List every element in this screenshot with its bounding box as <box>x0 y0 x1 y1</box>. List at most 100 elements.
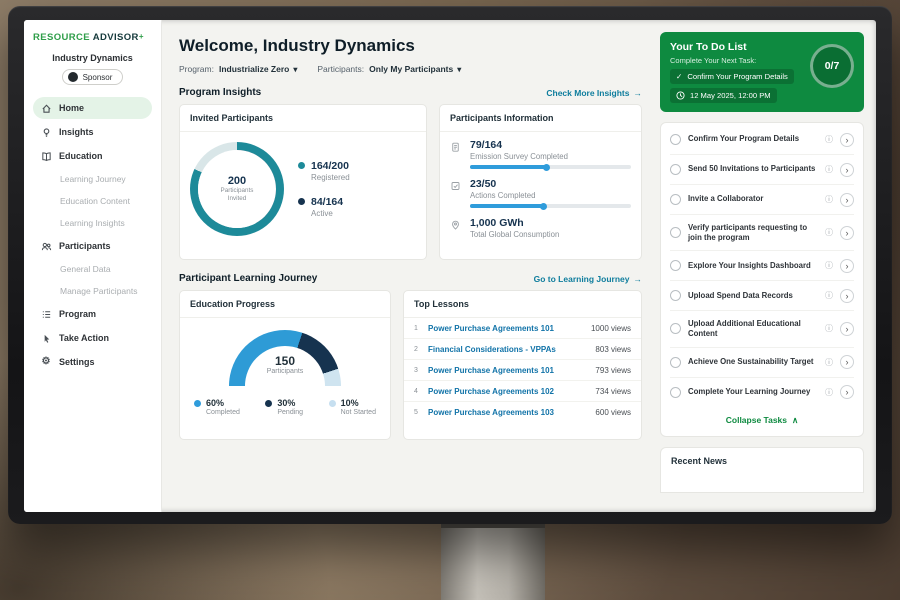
todo-panel: Your To Do List Complete Your Next Task:… <box>658 20 876 512</box>
task-item[interactable]: Upload Spend Data Records ⓘ › <box>670 281 854 311</box>
task-item[interactable]: Confirm Your Program Details ⓘ › <box>670 125 854 155</box>
task-checkbox[interactable] <box>670 387 681 398</box>
chevron-right-icon[interactable]: › <box>840 133 854 147</box>
gauge-center-value: 150 <box>229 354 341 368</box>
legend-dot-light-blue <box>329 400 336 407</box>
task-checkbox[interactable] <box>670 357 681 368</box>
chevron-down-icon: ▾ <box>457 65 461 74</box>
sidebar-item-label: Learning Journey <box>60 174 126 184</box>
sidebar-item-take-action[interactable]: Take Action <box>33 327 152 349</box>
lesson-title-link[interactable]: Power Purchase Agreements 103 <box>428 408 588 417</box>
go-to-learning-journey-link[interactable]: Go to Learning Journey → <box>534 274 642 284</box>
main-content: Welcome, Industry Dynamics Program: Indu… <box>163 20 658 512</box>
check-more-insights-link[interactable]: Check More Insights → <box>546 88 642 98</box>
task-item[interactable]: Verify participants requesting to join t… <box>670 215 854 251</box>
sidebar-item-label: Program <box>59 309 96 319</box>
chevron-right-icon[interactable]: › <box>840 289 854 303</box>
task-item[interactable]: Complete Your Learning Journey ⓘ › <box>670 378 854 407</box>
todo-due-date: 12 May 2025, 12:00 PM <box>670 88 777 103</box>
todo-progress-ring: 0/7 <box>810 44 854 88</box>
lesson-row[interactable]: 1 Power Purchase Agreements 101 1000 vie… <box>404 318 641 339</box>
top-lessons-card: Top Lessons 1 Power Purchase Agreements … <box>403 290 642 440</box>
chevron-right-icon[interactable]: › <box>840 163 854 177</box>
sidebar-item-home[interactable]: Home <box>33 97 152 119</box>
chevron-right-icon[interactable]: › <box>840 193 854 207</box>
sidebar-item-program[interactable]: Program <box>33 303 152 325</box>
task-item[interactable]: Explore Your Insights Dashboard ⓘ › <box>670 251 854 281</box>
chevron-right-icon[interactable]: › <box>840 355 854 369</box>
logo-advisor: ADVISOR <box>93 32 139 43</box>
sponsor-icon <box>68 72 78 82</box>
donut-center-label: Participants Invited <box>215 187 259 202</box>
lesson-row[interactable]: 4 Power Purchase Agreements 102 734 view… <box>404 381 641 402</box>
task-checkbox[interactable] <box>670 194 681 205</box>
chevron-right-icon[interactable]: › <box>840 226 854 240</box>
todo-next-task[interactable]: ✓ Confirm Your Program Details <box>670 69 794 84</box>
sidebar-item-manage-participants[interactable]: Manage Participants <box>33 281 152 301</box>
chevron-right-icon[interactable]: › <box>840 259 854 273</box>
collapse-tasks-link[interactable]: Collapse Tasks ∧ <box>670 407 854 434</box>
task-checkbox[interactable] <box>670 227 681 238</box>
sidebar-item-general-data[interactable]: General Data <box>33 259 152 279</box>
survey-progress-bar <box>470 165 631 169</box>
lesson-title-link[interactable]: Financial Considerations - VPPAs <box>428 345 588 354</box>
info-icon: ⓘ <box>825 323 833 334</box>
sidebar-item-settings[interactable]: ⚙ Settings <box>33 351 152 373</box>
logo-resource: RESOURCE <box>33 32 90 43</box>
participants-filter-label: Participants: <box>317 64 364 74</box>
info-value: 23/50 <box>470 178 631 190</box>
task-checkbox[interactable] <box>670 134 681 145</box>
lesson-views: 600 views <box>595 408 631 417</box>
sidebar-item-label: Take Action <box>59 333 109 343</box>
card-title: Education Progress <box>180 291 390 318</box>
lesson-row[interactable]: 3 Power Purchase Agreements 101 793 view… <box>404 360 641 381</box>
page-title: Welcome, Industry Dynamics <box>179 36 642 56</box>
task-item[interactable]: Invite a Collaborator ⓘ › <box>670 185 854 215</box>
lesson-row[interactable]: 2 Financial Considerations - VPPAs 803 v… <box>404 339 641 360</box>
sidebar-item-learning-journey[interactable]: Learning Journey <box>33 169 152 189</box>
participants-icon <box>40 241 52 252</box>
task-checkbox[interactable] <box>670 260 681 271</box>
filter-bar: Program: Industrialize Zero ▾ Participan… <box>179 64 642 74</box>
sponsor-badge[interactable]: Sponsor <box>62 69 124 85</box>
info-row-actions: 23/50 Actions Completed <box>440 171 641 210</box>
program-filter-dropdown[interactable]: Industrialize Zero ▾ <box>219 64 297 74</box>
education-legend: 60%Completed 30%Pending 10%Not Started <box>180 388 390 416</box>
task-checkbox[interactable] <box>670 290 681 301</box>
sidebar-item-insights[interactable]: Insights <box>33 121 152 143</box>
task-checkbox[interactable] <box>670 164 681 175</box>
info-label: Actions Completed <box>470 191 631 200</box>
participants-filter-dropdown[interactable]: Only My Participants ▾ <box>369 64 461 74</box>
lesson-rank: 5 <box>414 409 421 416</box>
recent-news-title: Recent News <box>671 456 727 466</box>
lesson-title-link[interactable]: Power Purchase Agreements 101 <box>428 366 588 375</box>
info-row-survey: 79/164 Emission Survey Completed <box>440 132 641 171</box>
task-item[interactable]: Upload Additional Educational Content ⓘ … <box>670 311 854 347</box>
lesson-title-link[interactable]: Power Purchase Agreements 102 <box>428 387 588 396</box>
learning-journey-header: Participant Learning Journey Go to Learn… <box>179 273 642 284</box>
sidebar-item-label: Home <box>59 103 84 113</box>
sidebar-item-education-content[interactable]: Education Content <box>33 191 152 211</box>
gear-icon: ⚙ <box>40 357 52 367</box>
program-list-icon <box>40 309 52 320</box>
task-item[interactable]: Send 50 Invitations to Participants ⓘ › <box>670 155 854 185</box>
sidebar-item-label: Manage Participants <box>60 286 138 296</box>
lesson-rank: 4 <box>414 388 421 395</box>
sidebar: RESOURCE ADVISOR+ Industry Dynamics Spon… <box>24 20 162 512</box>
sidebar-item-participants[interactable]: Participants <box>33 235 152 257</box>
info-icon: ⓘ <box>825 194 833 205</box>
sidebar-item-learning-insights[interactable]: Learning Insights <box>33 213 152 233</box>
chevron-right-icon[interactable]: › <box>840 322 854 336</box>
lesson-title-link[interactable]: Power Purchase Agreements 101 <box>428 324 584 333</box>
sidebar-item-label: Participants <box>59 241 111 251</box>
task-item[interactable]: Achieve One Sustainability Target ⓘ › <box>670 348 854 378</box>
sidebar-item-education[interactable]: Education <box>33 145 152 167</box>
legend-not-started: 10%Not Started <box>329 398 376 416</box>
sidebar-item-label: Learning Insights <box>60 218 125 228</box>
donut-center-value: 200 <box>228 175 246 187</box>
lesson-row[interactable]: 5 Power Purchase Agreements 103 600 view… <box>404 402 641 422</box>
take-action-icon <box>40 333 52 344</box>
chevron-right-icon[interactable]: › <box>840 385 854 399</box>
task-checkbox[interactable] <box>670 323 681 334</box>
chevron-down-icon: ▾ <box>293 65 297 74</box>
